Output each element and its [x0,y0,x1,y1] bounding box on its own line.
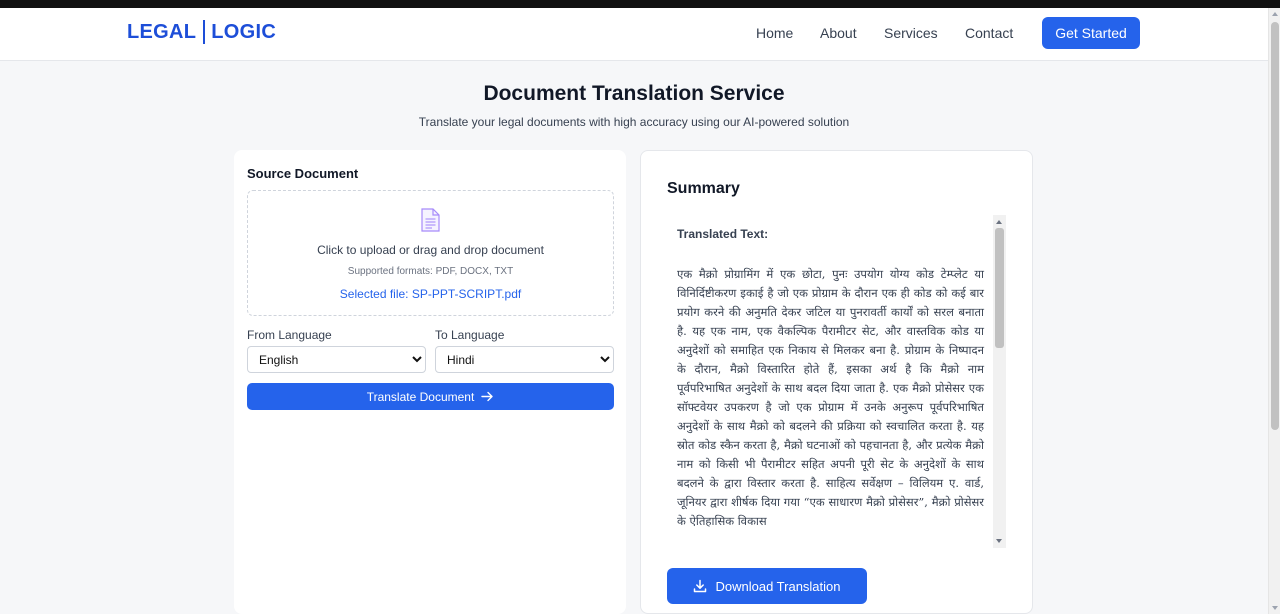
inner-scroll-up-icon[interactable] [996,220,1002,224]
translated-text-content: एक मैक्रो प्रोग्रामिंग में एक छोटा, पुनः… [677,267,988,528]
inner-scroll-down-icon[interactable] [996,539,1002,543]
to-language-select[interactable]: Hindi [435,346,614,373]
brand-name-left: LEGAL [127,20,197,43]
download-button-label: Download Translation [715,578,841,594]
supported-formats: Supported formats: PDF, DOCX, TXT [347,266,514,277]
translate-button-label: Translate Document [366,389,475,404]
nav-link-services[interactable]: Services [884,25,938,41]
browser-top-strip [0,0,1280,8]
page-title: Document Translation Service [483,82,785,105]
page-subtitle: Translate your legal documents with high… [418,115,850,129]
download-translation-button[interactable]: Download Translation [667,568,867,604]
summary-card: Summary Translated Text: एक मैक्रो प्रोग… [640,150,1033,614]
scroll-up-icon[interactable] [1272,12,1278,16]
to-language-label: To Language [435,328,505,342]
navbar: LEGAL LOGIC Home About Services Contact … [0,8,1268,61]
selected-file: Selected file: SP-PPT-SCRIPT.pdf [339,287,522,301]
translated-text-box[interactable]: Translated Text: एक मैक्रो प्रोग्रामिंग … [667,215,1006,548]
upload-dropzone[interactable]: Click to upload or drag and drop documen… [247,190,614,316]
nav-link-home[interactable]: Home [756,25,793,41]
page-scroll-thumb[interactable] [1271,22,1279,430]
download-icon [694,579,707,593]
brand-divider [203,20,206,44]
brand-logo[interactable]: LEGAL LOGIC [127,20,276,44]
page-scrollbar[interactable] [1268,8,1280,614]
get-started-button[interactable]: Get Started [1042,17,1140,49]
translated-text-label: Translated Text: [677,227,769,241]
source-document-card: Source Document Click to upload or drag … [234,150,626,614]
source-document-heading: Source Document [247,166,359,181]
summary-heading: Summary [667,180,740,197]
scroll-down-icon[interactable] [1272,606,1278,610]
upload-instructions: Click to upload or drag and drop documen… [317,243,544,257]
from-language-label: From Language [247,328,332,342]
from-language-select[interactable]: English [247,346,426,373]
translated-text-scrollbar[interactable] [993,215,1006,548]
brand-name-right: LOGIC [211,20,277,43]
arrow-right-icon [481,391,493,402]
inner-scroll-thumb[interactable] [995,228,1004,348]
nav-link-about[interactable]: About [820,25,857,41]
nav-link-contact[interactable]: Contact [965,25,1013,41]
document-icon [421,208,440,232]
translate-document-button[interactable]: Translate Document [247,383,614,410]
